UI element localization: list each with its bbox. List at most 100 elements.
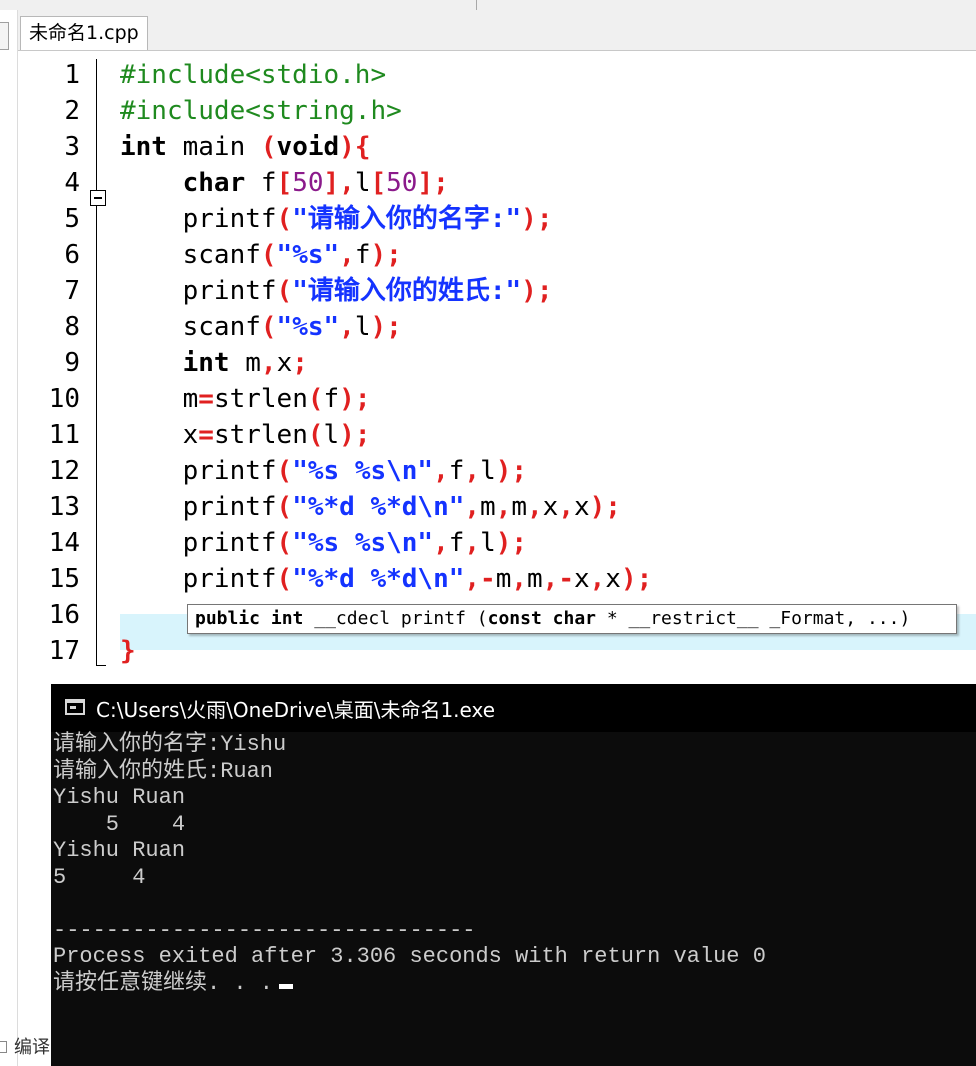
line-number: 15 (48, 564, 80, 594)
code-line[interactable]: 6 scanf("%s",f); (18, 237, 976, 273)
code-token: ); (521, 204, 553, 234)
line-number: 16 (48, 600, 80, 630)
code-line[interactable]: 7 printf("请输入你的姓氏:"); (18, 273, 976, 309)
code-token: "%*d %*d\n" (292, 492, 465, 522)
console-window[interactable]: C:\Users\火雨\OneDrive\桌面\未命名1.exe 请输入你的名字… (51, 684, 976, 1066)
line-code: int m,x; (120, 345, 308, 381)
code-line[interactable]: 5 printf("请输入你的名字:"); (18, 201, 976, 237)
code-token: ,- (542, 564, 574, 594)
code-line[interactable]: 1 #include<stdio.h> (18, 57, 976, 93)
code-token: #include<stdio.h> (120, 60, 387, 90)
code-token: x (605, 564, 621, 594)
line-number: 3 (64, 132, 80, 162)
line-code: } (120, 633, 136, 669)
code-token: "%s" (276, 240, 340, 270)
code-token: 50 (386, 168, 418, 198)
code-token: f (245, 168, 277, 198)
code-token: , (260, 348, 277, 378)
code-token: l (480, 528, 496, 558)
code-line[interactable]: 14 printf("%s %s\n",f,l); (18, 525, 976, 561)
code-token: x (542, 492, 559, 522)
editor-tab-strip: 未命名1.cpp (18, 10, 976, 51)
left-panel-toggle[interactable] (0, 22, 9, 50)
code-token: m (511, 492, 528, 522)
code-token: strlen (213, 384, 308, 414)
panel-tab-edge (0, 1041, 7, 1053)
console-line: 请输入你的姓氏:Ruan (53, 758, 274, 784)
code-line[interactable]: 3 int main (void){ (18, 129, 976, 165)
tooltip-kw2: int (270, 608, 304, 629)
line-code: m=strlen(f); (120, 381, 371, 417)
code-token: f (448, 456, 465, 486)
code-token: , (339, 240, 355, 270)
line-code: printf("请输入你的姓氏:"); (120, 273, 553, 309)
code-line[interactable]: 10 m=strlen(f); (18, 381, 976, 417)
code-token: "%s" (276, 312, 340, 342)
code-token: , (495, 492, 512, 522)
code-line[interactable]: 9 int m,x; (18, 345, 976, 381)
tooltip-kw3: const (487, 608, 542, 629)
console-line: Yishu Ruan (53, 838, 186, 863)
code-token: l (323, 420, 340, 450)
code-token: x (573, 492, 590, 522)
line-code: scanf("%s",l); (120, 309, 402, 345)
line-number: 1 (64, 60, 80, 90)
console-title: C:\Users\火雨\OneDrive\桌面\未命名1.exe (96, 698, 496, 722)
line-code: int main (void){ (120, 129, 370, 165)
code-token: scanf (120, 312, 261, 342)
code-token: ( (307, 384, 324, 414)
code-line[interactable]: 11 x=strlen(l); (18, 417, 976, 453)
line-code: printf("%*d %*d\n",-m,m,-x,x); (120, 561, 653, 597)
tooltip-kw1: public (195, 608, 261, 629)
code-token: m (480, 492, 496, 522)
code-line[interactable]: 12 printf("%s %s\n",f,l); (18, 453, 976, 489)
line-code: printf("请输入你的名字:"); (120, 201, 553, 237)
code-token: ; (292, 348, 308, 378)
code-token: l (354, 312, 371, 342)
code-token: , (433, 528, 449, 558)
code-token: ); (370, 312, 402, 342)
code-line[interactable]: 2 #include<string.h> (18, 93, 976, 129)
code-token: ); (495, 456, 528, 486)
code-token: = (198, 420, 214, 450)
code-token: int (182, 348, 230, 378)
code-token: f (323, 384, 340, 414)
code-token: ( (276, 564, 293, 594)
code-token: scanf (120, 240, 261, 270)
code-token: ( (276, 528, 293, 558)
code-token: ]; (417, 168, 449, 198)
code-line[interactable]: 13 printf("%*d %*d\n",m,m,x,x); (18, 489, 976, 525)
left-panel-edge (0, 10, 18, 1066)
code-line[interactable]: 17} (18, 633, 976, 669)
console-window-icon (65, 699, 85, 715)
code-token: "请输入你的名字:" (292, 204, 522, 234)
console-output: 请输入你的名字:Yishu 请输入你的姓氏:Ruan Yishu Ruan 5 4Y… (53, 732, 973, 997)
line-number: 6 (64, 240, 80, 270)
code-line[interactable]: 15 printf("%*d %*d\n",-m,m,-x,x); (18, 561, 976, 597)
toolbar-divider (476, 0, 477, 10)
compile-panel-tab[interactable]: 编译 (0, 1033, 52, 1059)
line-code: printf("%*d %*d\n",m,m,x,x); (120, 489, 621, 525)
code-editor[interactable]: 1 #include<stdio.h> 2 #include<string.h> 3 in… (18, 51, 976, 691)
console-titlebar[interactable]: C:\Users\火雨\OneDrive\桌面\未命名1.exe (51, 684, 976, 732)
code-token: ); (495, 528, 528, 558)
code-token: , (464, 456, 481, 486)
line-code: x=strlen(l); (120, 417, 371, 453)
code-token: m (527, 564, 543, 594)
console-cursor (279, 983, 294, 989)
code-token: l (354, 168, 371, 198)
code-token: m (229, 348, 261, 378)
code-line[interactable]: 8 scanf("%s",l); (18, 309, 976, 345)
line-number: 17 (48, 636, 80, 666)
line-number: 12 (48, 456, 80, 486)
code-token: m (120, 384, 199, 414)
console-line: 请输入你的名字:Yishu (53, 732, 287, 757)
code-token: printf (120, 492, 277, 522)
code-token: ){ (339, 132, 371, 162)
code-line[interactable]: 4 char f[50],l[50]; (18, 165, 976, 201)
code-token: , (464, 528, 481, 558)
tab-file[interactable]: 未命名1.cpp (20, 16, 148, 50)
code-token: l (480, 456, 496, 486)
